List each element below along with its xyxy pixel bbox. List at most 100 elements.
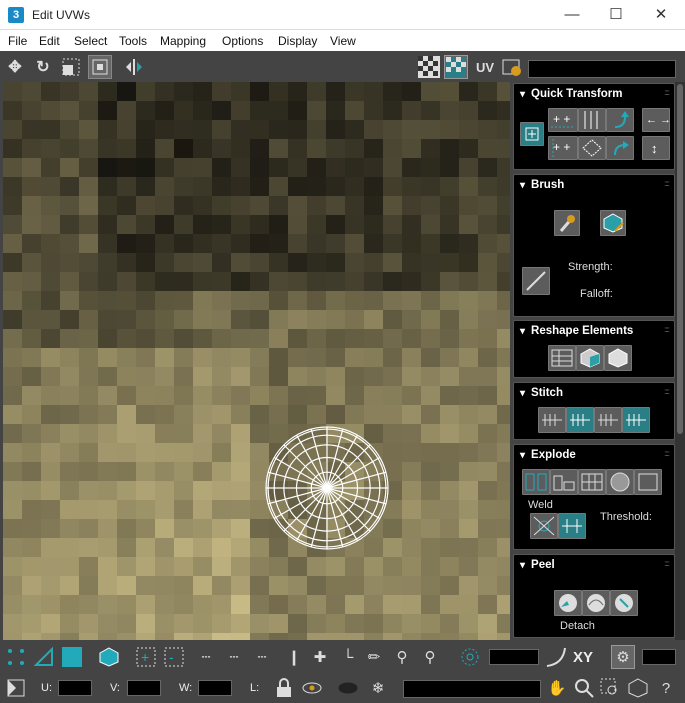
stitch-source-icon[interactable]	[622, 407, 650, 433]
menu-select[interactable]: Select	[74, 34, 107, 48]
zoom-icon[interactable]	[572, 676, 596, 700]
lock-icon[interactable]	[272, 676, 296, 700]
uv-viewport[interactable]	[3, 82, 510, 640]
flatten-icon[interactable]	[550, 469, 578, 495]
stitch-target-icon[interactable]	[594, 407, 622, 433]
align-horizontal-icon[interactable]: + +	[548, 108, 578, 132]
v-value[interactable]	[127, 680, 161, 696]
menu-display[interactable]: Display	[278, 34, 317, 48]
straighten-icon[interactable]	[548, 345, 576, 371]
peel-pin-icon[interactable]	[610, 590, 638, 616]
eye-icon[interactable]	[300, 676, 324, 700]
grip-icon[interactable]: ::::	[664, 449, 670, 458]
menu-mapping[interactable]: Mapping	[160, 34, 206, 48]
space-vertical-icon[interactable]: ↕	[642, 136, 670, 160]
square-icon[interactable]	[634, 469, 662, 495]
rotate-ccw-icon[interactable]	[606, 108, 634, 132]
peel-title[interactable]: Peel	[520, 559, 555, 571]
break-icon[interactable]	[522, 469, 550, 495]
falloff-icon[interactable]	[544, 645, 568, 669]
align-left-icon[interactable]: + +	[548, 136, 578, 160]
settings-icon[interactable]	[500, 55, 524, 79]
point-to-point-icon[interactable]: └	[336, 645, 360, 669]
xy-label[interactable]: XY	[573, 649, 593, 666]
weld-icon[interactable]	[530, 513, 558, 539]
grow-selection-icon[interactable]: +	[134, 645, 158, 669]
relax-by-edge-icon[interactable]	[604, 345, 632, 371]
stitch-custom-icon[interactable]	[538, 407, 566, 433]
grip-icon[interactable]: ::::	[664, 88, 670, 97]
rotate-icon[interactable]: ↻	[31, 55, 55, 79]
align-center-icon[interactable]	[520, 122, 544, 146]
select-edge-icon[interactable]	[32, 645, 56, 669]
hide-icon[interactable]	[336, 676, 360, 700]
peel-reset-icon[interactable]	[582, 590, 610, 616]
explode-title[interactable]: Explode	[520, 449, 576, 461]
pixel-snap-icon[interactable]: ⚙	[611, 645, 635, 669]
hand-icon[interactable]: ✋	[545, 676, 569, 700]
mirror-icon[interactable]	[122, 55, 146, 79]
map-dropdown[interactable]	[528, 60, 676, 78]
zoom-region-icon[interactable]	[598, 676, 622, 700]
brush-grow-icon[interactable]: ⚲	[390, 645, 414, 669]
align-element-icon[interactable]	[578, 136, 606, 160]
rotate-cw-icon[interactable]	[606, 136, 634, 160]
move-icon[interactable]: ✥	[3, 55, 27, 79]
menu-view[interactable]: View	[330, 34, 356, 48]
relax-icon[interactable]	[600, 210, 626, 236]
select-element-icon[interactable]	[97, 645, 121, 669]
shrink-selection-icon[interactable]: -	[162, 645, 186, 669]
reshape-title[interactable]: Reshape Elements	[520, 325, 633, 337]
sphere-icon[interactable]	[606, 469, 634, 495]
menu-options[interactable]: Options	[222, 34, 263, 48]
texture-icon[interactable]	[444, 55, 468, 79]
maximize-button[interactable]: ☐	[593, 0, 639, 30]
quick-transform-title[interactable]: Quick Transform	[520, 88, 622, 100]
scale-icon[interactable]	[59, 55, 83, 79]
relax-by-face-icon[interactable]	[576, 345, 604, 371]
grid-icon[interactable]	[578, 469, 606, 495]
checker-icon[interactable]	[417, 55, 441, 79]
weld-selected-icon[interactable]	[558, 513, 586, 539]
stitch-title[interactable]: Stitch	[520, 387, 563, 399]
brush-title[interactable]: Brush	[520, 179, 564, 191]
u-value[interactable]	[58, 680, 92, 696]
grip-icon[interactable]: ::::	[664, 387, 670, 396]
scrollbar-thumb[interactable]	[677, 84, 683, 434]
soft-selection-value[interactable]	[489, 649, 539, 665]
menu-edit[interactable]: Edit	[39, 34, 60, 48]
menu-tools[interactable]: Tools	[119, 34, 147, 48]
paint-select-icon[interactable]: ✚	[308, 645, 332, 669]
w-value[interactable]	[198, 680, 232, 696]
snowflake-icon[interactable]: ❄	[366, 676, 390, 700]
brush-shrink-icon[interactable]: ⚲	[418, 645, 442, 669]
brush-select-icon[interactable]: ✏	[362, 645, 386, 669]
select-vertex-icon[interactable]	[4, 645, 28, 669]
uv-toggle[interactable]: UV	[472, 55, 498, 79]
soft-selection-icon[interactable]	[458, 645, 482, 669]
ring-shrink-icon[interactable]: ❙	[282, 645, 306, 669]
element-name-field[interactable]	[403, 680, 541, 698]
zoom-extents-icon[interactable]	[626, 676, 650, 700]
menu-file[interactable]: File	[8, 34, 27, 48]
space-horizontal-icon[interactable]: ← →	[642, 108, 670, 132]
grip-icon[interactable]: ::::	[664, 325, 670, 334]
loop-icon[interactable]: ┄	[193, 645, 219, 669]
align-vertical-icon[interactable]	[578, 108, 606, 132]
freeform-icon[interactable]	[88, 55, 112, 79]
uv-sphere-mesh[interactable]	[3, 82, 510, 640]
transform-mode-icon[interactable]	[4, 676, 28, 700]
grip-icon[interactable]: ::::	[664, 179, 670, 188]
select-face-icon[interactable]	[60, 645, 84, 669]
help-icon[interactable]: ?	[654, 676, 678, 700]
ring-icon[interactable]: ┄	[249, 645, 275, 669]
close-button[interactable]: ✕	[638, 0, 684, 30]
loop-grow-icon[interactable]: ┄	[221, 645, 247, 669]
grip-icon[interactable]: ::::	[664, 559, 670, 568]
stitch-icon[interactable]	[566, 407, 594, 433]
minimize-button[interactable]: —	[549, 0, 595, 30]
brush-icon[interactable]	[554, 210, 580, 236]
peel-icon[interactable]	[554, 590, 582, 616]
snap-value[interactable]	[642, 649, 676, 665]
falloff-curve-icon[interactable]	[522, 267, 550, 295]
